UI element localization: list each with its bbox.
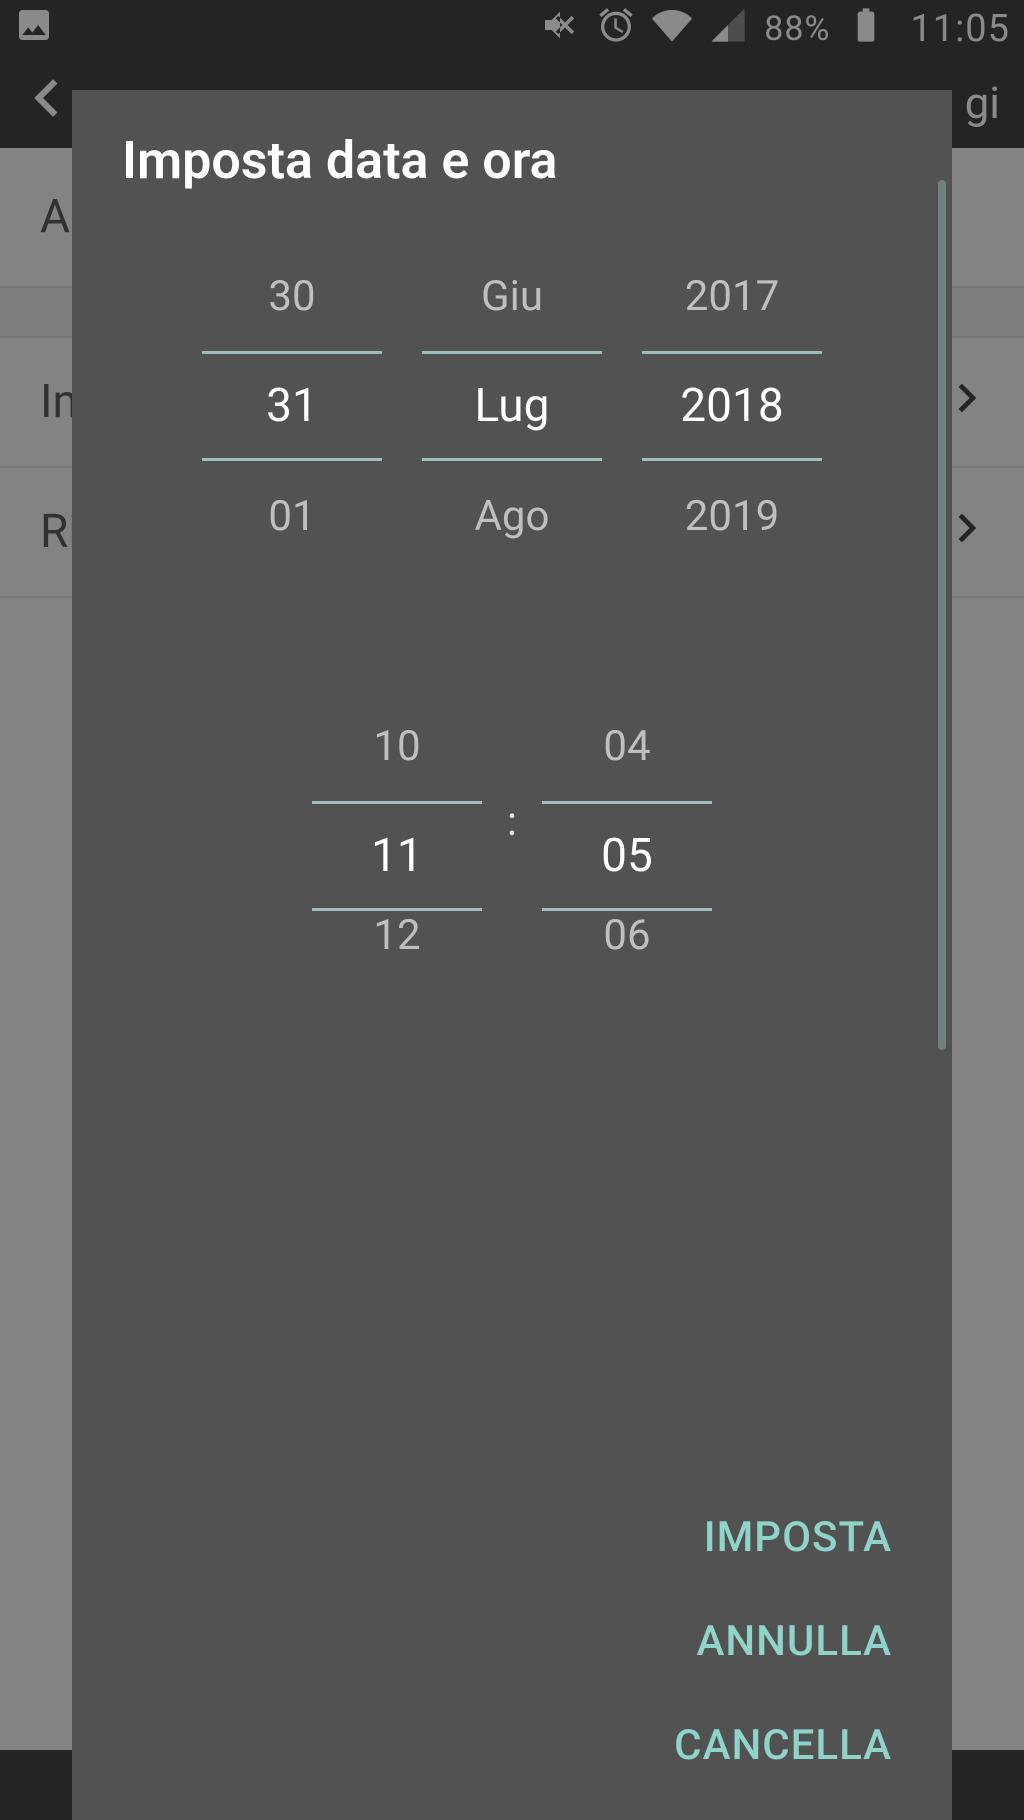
delete-button[interactable]: CANCELLA [674, 1721, 892, 1770]
day-sel[interactable]: 31 [202, 351, 382, 461]
month-picker[interactable]: Giu Lug Ago [422, 241, 602, 571]
dialog-title: Imposta data e ora [122, 130, 902, 191]
month-next[interactable]: Ago [422, 461, 602, 571]
year-next[interactable]: 2019 [642, 461, 822, 571]
min-next[interactable]: 06 [542, 911, 712, 951]
hour-prev[interactable]: 10 [312, 691, 482, 801]
datetime-dialog: Imposta data e ora 30 31 01 Giu Lug Ago … [72, 90, 952, 1820]
min-prev[interactable]: 04 [542, 691, 712, 801]
day-next[interactable]: 01 [202, 461, 382, 571]
cancel-button[interactable]: ANNULLA [696, 1617, 892, 1666]
time-picker[interactable]: 10 11 12 : 04 05 06 [122, 691, 902, 951]
hour-next[interactable]: 12 [312, 911, 482, 951]
year-picker[interactable]: 2017 2018 2019 [642, 241, 822, 571]
month-prev[interactable]: Giu [422, 241, 602, 351]
hour-picker[interactable]: 10 11 12 [312, 691, 482, 951]
time-separator-char: : [507, 798, 517, 845]
dialog-actions: IMPOSTA ANNULLA CANCELLA [122, 1483, 902, 1820]
min-sel[interactable]: 05 [542, 801, 712, 911]
set-button[interactable]: IMPOSTA [704, 1513, 892, 1562]
date-picker[interactable]: 30 31 01 Giu Lug Ago 2017 2018 2019 [122, 241, 902, 571]
year-sel[interactable]: 2018 [642, 351, 822, 461]
hour-sel[interactable]: 11 [312, 801, 482, 911]
year-prev[interactable]: 2017 [642, 241, 822, 351]
minute-picker[interactable]: 04 05 06 [542, 691, 712, 951]
month-sel[interactable]: Lug [422, 351, 602, 461]
day-picker[interactable]: 30 31 01 [202, 241, 382, 571]
day-prev[interactable]: 30 [202, 241, 382, 351]
time-separator: : [502, 691, 522, 951]
